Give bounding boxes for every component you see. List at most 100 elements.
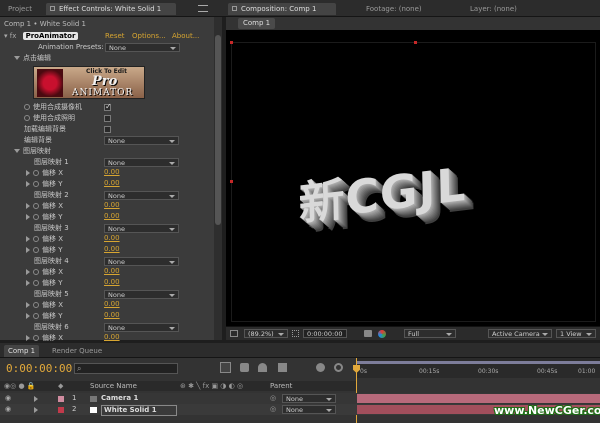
label-color-swatch[interactable] (58, 407, 64, 413)
tab-project[interactable]: Project (4, 3, 36, 15)
use-lights-checkbox[interactable] (104, 115, 111, 122)
offset-y-row[interactable]: 偏移 Y (26, 278, 63, 289)
safe-zones-icon[interactable] (230, 330, 238, 337)
frame-handle[interactable] (230, 41, 233, 44)
presets-dropdown[interactable]: None (105, 43, 180, 52)
effect-scrollbar[interactable] (214, 17, 222, 340)
time-ruler[interactable]: 0s 00:15s 00:30s 00:45s 01:00 (353, 358, 600, 423)
expand-icon[interactable] (34, 396, 38, 402)
stopwatch-icon[interactable] (33, 203, 39, 209)
comp-timecode[interactable]: 0:00:00:00 (303, 329, 347, 338)
stopwatch-icon[interactable] (33, 236, 39, 242)
parent-pickwhip-icon[interactable]: ◎ (270, 393, 276, 404)
composition-viewer[interactable]: 新CGJL (226, 30, 600, 326)
edit-bg-dropdown[interactable]: None (104, 136, 179, 145)
offset-y-value[interactable]: 0.00 (104, 179, 120, 187)
snapshot-icon[interactable] (364, 330, 372, 337)
scrollbar-thumb[interactable] (215, 35, 221, 225)
resolution-dropdown[interactable]: Full (404, 329, 456, 338)
channel-icon[interactable] (378, 330, 386, 338)
tab-composition[interactable]: Composition: Comp 1 (228, 3, 336, 15)
expand-icon[interactable] (34, 407, 38, 413)
offset-y-value[interactable]: 0.00 (104, 245, 120, 253)
stopwatch-icon[interactable] (33, 181, 39, 187)
parent-dropdown[interactable]: None (282, 394, 336, 403)
offset-y-value[interactable]: 0.00 (104, 278, 120, 286)
offset-y-row[interactable]: 偏移 Y (26, 311, 63, 322)
offset-x-row[interactable]: 偏移 X (26, 201, 63, 212)
stopwatch-icon[interactable] (24, 115, 30, 121)
stopwatch-icon[interactable] (33, 280, 39, 286)
stopwatch-icon[interactable] (33, 214, 39, 220)
offset-y-value[interactable]: 0.00 (104, 311, 120, 319)
camera-dropdown[interactable]: Active Camera (488, 329, 552, 338)
stopwatch-icon[interactable] (33, 247, 39, 253)
eye-icon[interactable]: ◉ (5, 393, 11, 404)
offset-y-row[interactable]: 偏移 Y (26, 179, 63, 190)
stopwatch-icon[interactable] (33, 313, 39, 319)
frame-handle[interactable] (414, 41, 417, 44)
frame-handle[interactable] (230, 180, 233, 183)
tab-footage[interactable]: Footage: (none) (362, 3, 426, 15)
work-area-bar[interactable] (356, 361, 600, 364)
offset-x-row[interactable]: 偏移 X (26, 267, 63, 278)
offset-y-row[interactable]: 偏移 Y (26, 212, 63, 223)
timeline-timecode[interactable]: 0:00:00:00 (6, 362, 72, 375)
panel-menu-icon[interactable] (198, 5, 208, 12)
offset-x-value[interactable]: 0.00 (104, 267, 120, 275)
layer-map-dropdown[interactable]: None (104, 158, 179, 167)
offset-x-value[interactable]: 0.00 (104, 234, 120, 242)
stopwatch-icon[interactable] (33, 170, 39, 176)
parent-pickwhip-icon[interactable]: ◎ (270, 404, 276, 415)
grid-icon[interactable] (292, 330, 299, 337)
layer-map-dropdown[interactable]: None (104, 224, 179, 233)
offset-x-value[interactable]: 0.00 (104, 201, 120, 209)
options-link[interactable]: Options... (132, 31, 166, 42)
tab-render-queue[interactable]: Render Queue (48, 345, 106, 357)
tab-effect-controls[interactable]: Effect Controls: White Solid 1 (46, 3, 176, 15)
offset-y-value[interactable]: 0.00 (104, 212, 120, 220)
stopwatch-icon[interactable] (24, 104, 30, 110)
offset-x-value[interactable]: 0.00 (104, 300, 120, 308)
layer-name[interactable]: Camera 1 (101, 393, 138, 404)
tab-layer[interactable]: Layer: (none) (466, 3, 521, 15)
eye-icon[interactable]: ◉ (5, 404, 11, 415)
timeline-layer-row[interactable]: ◉ 1 Camera 1 ◎ None (0, 393, 600, 404)
playhead-marker-icon[interactable] (353, 365, 360, 373)
label-color-swatch[interactable] (58, 396, 64, 402)
load-bg-checkbox[interactable] (104, 126, 111, 133)
frame-blend-icon[interactable] (278, 363, 287, 372)
column-source-name[interactable]: Source Name (90, 381, 137, 391)
stopwatch-icon[interactable] (33, 269, 39, 275)
stopwatch-icon[interactable] (33, 335, 39, 341)
column-parent[interactable]: Parent (270, 381, 292, 391)
layer-name[interactable]: White Solid 1 (101, 405, 177, 416)
reset-link[interactable]: Reset (105, 31, 125, 42)
layer-map-group[interactable]: 图层映射 (14, 146, 51, 157)
graph-editor-icon[interactable] (220, 362, 231, 373)
offset-y-row[interactable]: 偏移 Y (26, 245, 63, 256)
layer-map-dropdown[interactable]: None (104, 290, 179, 299)
offset-x-value[interactable]: 0.00 (104, 168, 120, 176)
shy-icon[interactable] (258, 363, 267, 372)
offset-x-row[interactable]: 偏移 X (26, 168, 63, 179)
about-link[interactable]: About... (172, 31, 199, 42)
parent-dropdown[interactable]: None (282, 405, 336, 414)
comp-subtab[interactable]: Comp 1 (238, 18, 276, 29)
offset-x-value[interactable]: 0.00 (104, 333, 120, 341)
effect-name[interactable]: ProAnimator (22, 32, 79, 40)
zoom-dropdown[interactable]: (89.2%) (244, 329, 288, 338)
proanimator-logo[interactable]: Click To Edit Pro ANIMATOR (33, 66, 145, 99)
brainstorm-icon[interactable] (334, 363, 343, 372)
layer-map-dropdown[interactable]: None (104, 191, 179, 200)
motion-blur-icon[interactable] (316, 363, 325, 372)
stopwatch-icon[interactable] (33, 302, 39, 308)
use-camera-checkbox[interactable] (104, 102, 112, 111)
layer-map-dropdown[interactable]: None (104, 323, 179, 332)
draft-3d-icon[interactable] (240, 363, 249, 372)
offset-x-row[interactable]: 偏移 X (26, 300, 63, 311)
layer-duration-bar[interactable] (357, 394, 600, 403)
tab-comp-timeline[interactable]: Comp 1 (4, 345, 40, 357)
timeline-search[interactable]: ⌕ (74, 363, 178, 374)
view-layout-dropdown[interactable]: 1 View (556, 329, 596, 338)
